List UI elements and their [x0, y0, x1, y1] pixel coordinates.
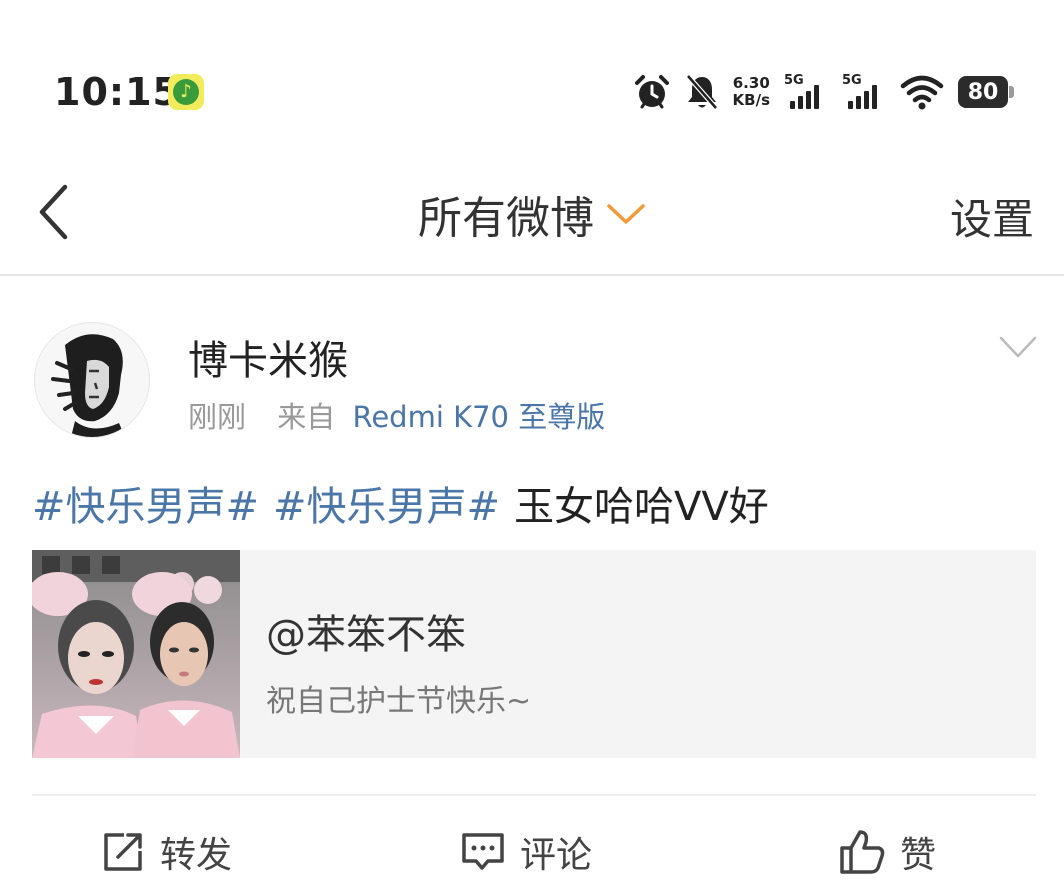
- nav-bar: 所有微博 设置: [0, 150, 1064, 276]
- post-action-bar: 转发 评论 赞: [0, 816, 1064, 886]
- network-speed: 6.30 KB/s: [733, 75, 770, 109]
- username[interactable]: 博卡米猴: [188, 328, 348, 386]
- network-speed-value: 6.30: [732, 74, 770, 92]
- comment-label: 评论: [520, 835, 593, 876]
- repost-button[interactable]: 转发: [100, 826, 232, 878]
- wifi-icon: [900, 75, 944, 110]
- post-meta: 刚刚 来自 Redmi K70 至尊版: [188, 394, 605, 436]
- post-body: 玉女哈哈VV好: [514, 484, 769, 530]
- signal-icon-sim2: 5G: [842, 73, 886, 111]
- mute-bell-icon: [685, 74, 718, 110]
- status-time: 10:15: [54, 70, 180, 114]
- post-time: 刚刚: [188, 400, 247, 434]
- shared-post-title: @苯笨不笨: [266, 612, 466, 658]
- network-speed-unit: KB/s: [732, 91, 770, 109]
- comment-button[interactable]: 评论: [460, 826, 592, 878]
- hashtag-link[interactable]: #快乐男声#: [273, 484, 500, 530]
- chevron-down-icon: [999, 336, 1037, 358]
- music-note-icon: ♪: [168, 74, 204, 110]
- system-icons: 6.30 KB/s 5G 5G 80: [633, 72, 1014, 112]
- shared-post-description: 祝自己护士节快乐~: [266, 684, 532, 719]
- avatar[interactable]: [34, 322, 150, 438]
- repost-label: 转发: [160, 835, 233, 876]
- shared-post-thumbnail: [32, 550, 240, 758]
- page-title: 所有微博: [418, 193, 594, 244]
- repost-icon: [104, 833, 142, 871]
- photo-image: [32, 550, 240, 758]
- chevron-down-icon: [607, 204, 645, 224]
- like-button[interactable]: 赞: [838, 826, 936, 878]
- status-bar: 10:15 ♪ 6.30 KB/s 5G 5G 80: [0, 0, 1064, 150]
- settings-button[interactable]: 设置: [950, 186, 1034, 247]
- battery-icon: 80: [958, 76, 1014, 108]
- comment-icon: [462, 833, 504, 870]
- hashtag-link[interactable]: #快乐男声#: [32, 484, 259, 530]
- post-menu-button[interactable]: [998, 332, 1038, 362]
- shared-post-card[interactable]: @苯笨不笨 祝自己护士节快乐~: [32, 550, 1036, 758]
- signal-icon-sim1: 5G: [784, 73, 828, 111]
- divider: [32, 794, 1036, 796]
- source-prefix: 来自: [277, 400, 336, 434]
- post-text: #快乐男声# #快乐男声# 玉女哈哈VV好: [32, 474, 769, 532]
- battery-level: 80: [958, 76, 1008, 108]
- like-label: 赞: [900, 835, 937, 876]
- alarm-icon: [634, 75, 669, 109]
- device-source-link[interactable]: Redmi K70 至尊版: [352, 400, 605, 434]
- thumbs-up-icon: [840, 830, 885, 874]
- feed-filter-dropdown[interactable]: 所有微博: [0, 182, 1064, 246]
- avatar-image: [35, 323, 149, 437]
